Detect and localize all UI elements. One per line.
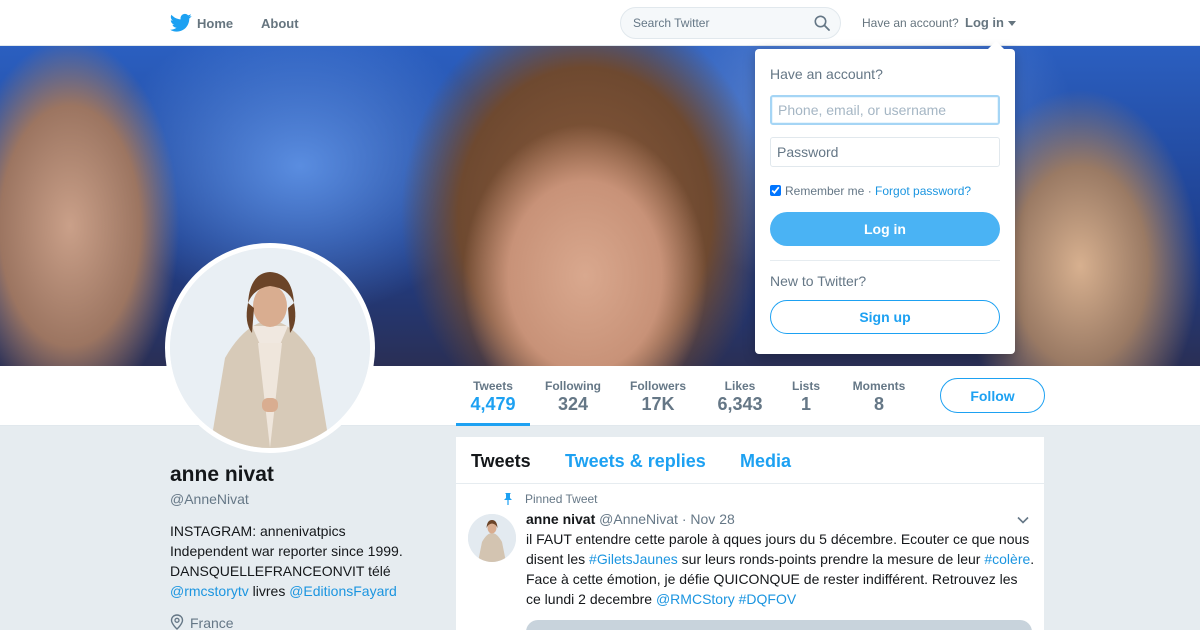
nav-about-link[interactable]: About bbox=[261, 16, 299, 31]
new-to-twitter-text: New to Twitter? bbox=[770, 273, 867, 289]
remember-separator: · bbox=[864, 184, 876, 198]
pinned-label: Pinned Tweet bbox=[525, 492, 598, 506]
stat-value: 4,479 bbox=[470, 394, 516, 414]
tab-tweets[interactable]: Tweets bbox=[471, 451, 531, 472]
login-button[interactable]: Log in bbox=[770, 212, 1000, 246]
stat-label: Likes bbox=[724, 379, 756, 393]
twitter-bird-icon[interactable] bbox=[170, 13, 192, 33]
password-field[interactable] bbox=[770, 137, 1000, 167]
tweet-separator: · bbox=[681, 511, 687, 527]
tweet-author-name[interactable]: anne nivat bbox=[526, 511, 595, 527]
tab-media[interactable]: Media bbox=[740, 451, 791, 472]
profile-avatar[interactable] bbox=[165, 243, 375, 453]
tweet-author-handle[interactable]: @AnneNivat bbox=[599, 511, 678, 527]
search-icon[interactable] bbox=[814, 15, 830, 31]
profile-handle[interactable]: @AnneNivat bbox=[170, 491, 249, 507]
search-input[interactable] bbox=[633, 8, 803, 38]
login-menu-link[interactable]: Log in bbox=[965, 15, 1004, 30]
bio-link-rmcstorytv[interactable]: @rmcstorytv bbox=[170, 583, 249, 599]
dropdown-caret bbox=[988, 41, 1004, 49]
tweet-header: anne nivat @AnneNivat · Nov 28 bbox=[526, 511, 735, 527]
bio-link-editionsfayard[interactable]: @EditionsFayard bbox=[289, 583, 397, 599]
remember-me-label[interactable]: Remember me bbox=[785, 184, 864, 198]
nav-home-link[interactable]: Home bbox=[197, 16, 233, 31]
timeline-panel: Tweets Tweets & replies Media Pinned Twe… bbox=[456, 437, 1044, 630]
follow-button[interactable]: Follow bbox=[940, 378, 1045, 413]
bio-line: @rmcstorytv livres @EditionsFayard bbox=[170, 581, 430, 601]
tweet-text-part: sur leurs ronds-points prendre la mesure… bbox=[677, 551, 985, 567]
bio-line: Independent war reporter since 1999. bbox=[170, 543, 403, 559]
top-navigation-bar: Home About Have an account? Log in bbox=[0, 0, 1200, 46]
stat-followers[interactable]: Followers 17K bbox=[622, 366, 694, 426]
hashtag-link[interactable]: #colère bbox=[984, 551, 1030, 567]
bio-line: INSTAGRAM: annenivatpics bbox=[170, 523, 346, 539]
mention-link[interactable]: @RMCStory bbox=[656, 591, 735, 607]
remember-me-checkbox[interactable] bbox=[770, 185, 781, 196]
stat-likes[interactable]: Likes 6,343 bbox=[708, 366, 772, 426]
search-box bbox=[620, 7, 841, 39]
tweet-media-preview[interactable] bbox=[526, 620, 1032, 630]
login-dropdown: Have an account? Remember me · Forgot pa… bbox=[755, 41, 1015, 354]
forgot-password-link[interactable]: Forgot password? bbox=[875, 184, 971, 198]
stat-following[interactable]: Following 324 bbox=[538, 366, 608, 426]
stat-lists[interactable]: Lists 1 bbox=[784, 366, 828, 426]
stat-value: 17K bbox=[641, 394, 675, 414]
divider bbox=[770, 260, 1000, 261]
chevron-down-icon[interactable] bbox=[1017, 516, 1029, 524]
stat-label: Moments bbox=[852, 379, 906, 393]
location-text: France bbox=[190, 615, 234, 630]
remember-row: Remember me · Forgot password? bbox=[770, 184, 971, 198]
bio-text: livres bbox=[248, 583, 290, 599]
hashtag-link[interactable]: #GiletsJaunes bbox=[589, 551, 678, 567]
tab-tweets-and-replies[interactable]: Tweets & replies bbox=[565, 451, 706, 472]
stat-label: Followers bbox=[629, 379, 686, 393]
bio-line: DANSQUELLEFRANCEONVIT télé bbox=[170, 563, 391, 579]
stat-value: 8 bbox=[873, 394, 884, 414]
dropdown-title: Have an account? bbox=[770, 66, 883, 82]
tweet-text: il FAUT entendre cette parole à qques jo… bbox=[526, 529, 1036, 609]
stat-moments[interactable]: Moments 8 bbox=[846, 366, 912, 426]
timeline-tabs: Tweets Tweets & replies Media bbox=[456, 437, 1044, 484]
caret-down-icon[interactable] bbox=[1008, 21, 1016, 26]
profile-location: France bbox=[170, 614, 234, 630]
profile-name[interactable]: anne nivat bbox=[170, 463, 274, 487]
stat-label: Tweets bbox=[473, 379, 513, 393]
tweet-date[interactable]: Nov 28 bbox=[690, 511, 734, 527]
stat-value: 6,343 bbox=[717, 394, 763, 414]
profile-bio: INSTAGRAM: annenivatpics Independent war… bbox=[170, 521, 430, 601]
stat-value: 324 bbox=[557, 394, 589, 414]
tweet-avatar[interactable] bbox=[468, 514, 516, 562]
stat-label: Lists bbox=[791, 379, 820, 393]
pin-icon bbox=[504, 493, 512, 505]
hashtag-link[interactable]: #DQFOV bbox=[739, 591, 797, 607]
stat-tweets[interactable]: Tweets 4,479 bbox=[456, 366, 530, 426]
signup-button[interactable]: Sign up bbox=[770, 300, 1000, 334]
have-account-text: Have an account? bbox=[862, 16, 959, 30]
location-pin-icon bbox=[170, 614, 184, 630]
stat-value: 1 bbox=[800, 394, 811, 414]
stat-label: Following bbox=[545, 379, 601, 393]
username-field[interactable] bbox=[770, 95, 1000, 125]
